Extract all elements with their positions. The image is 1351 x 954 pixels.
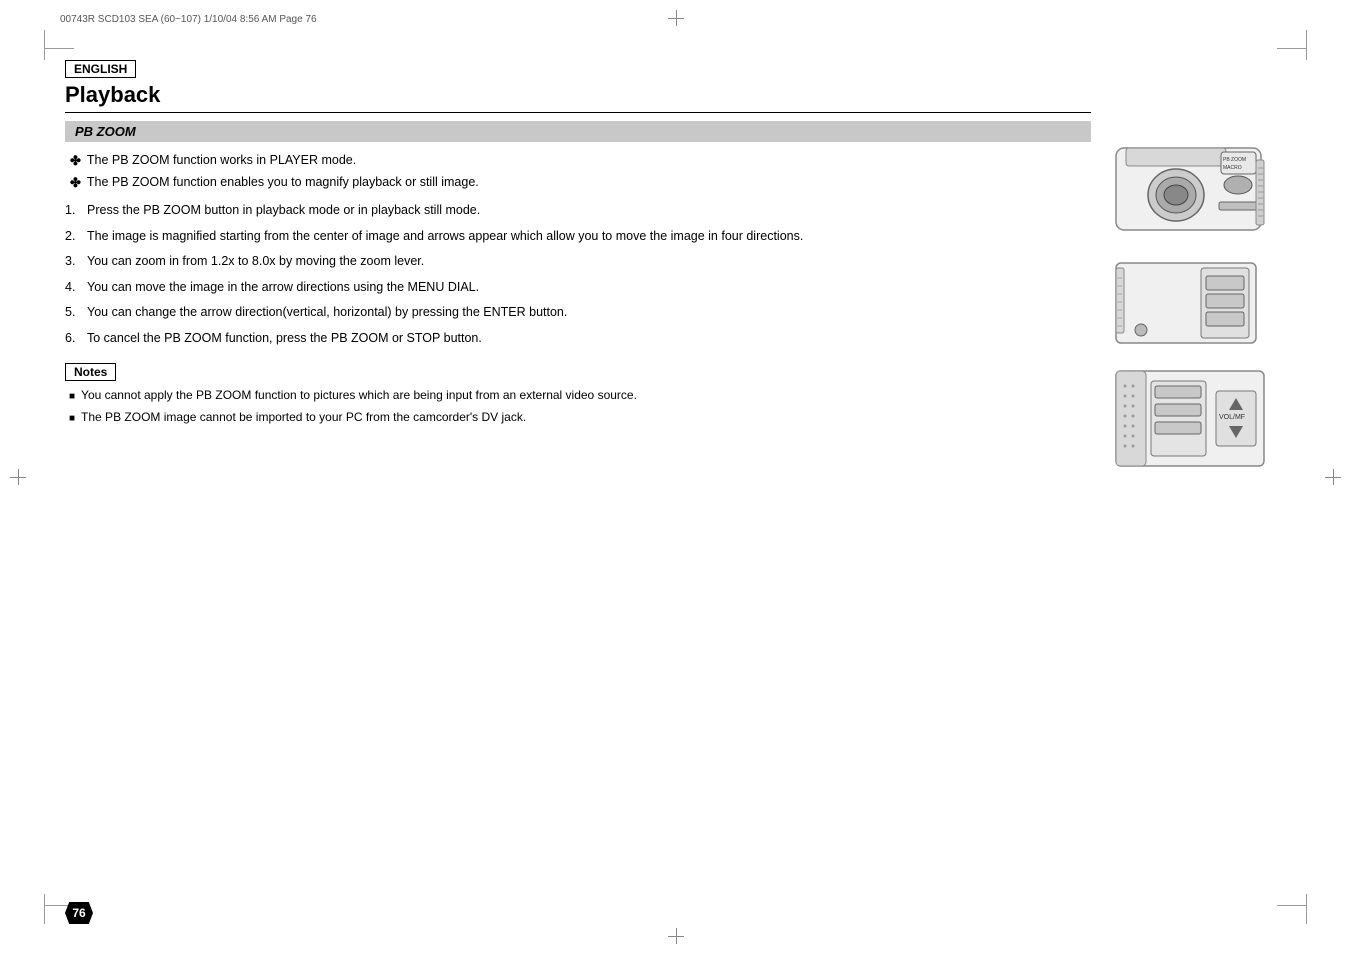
step-num: 5. bbox=[65, 304, 81, 322]
notes-bullets: ■ You cannot apply the PB ZOOM function … bbox=[65, 387, 1091, 426]
svg-text:VOL/MF: VOL/MF bbox=[1219, 414, 1245, 421]
header-meta: 00743R SCD103 SEA (60~107) 1/10/04 8:56 … bbox=[60, 14, 317, 25]
bullet-icon-1: ■ bbox=[69, 390, 75, 404]
list-item: 2. The image is magnified starting from … bbox=[65, 228, 1091, 246]
list-item: 5. You can change the arrow direction(ve… bbox=[65, 304, 1091, 322]
step-text: The image is magnified starting from the… bbox=[87, 228, 803, 246]
corner-mark bbox=[44, 30, 45, 60]
corner-mark bbox=[1306, 894, 1307, 924]
svg-text:PB ZOOM: PB ZOOM bbox=[1223, 157, 1246, 163]
cross-bullet-1: ✤ The PB ZOOM function works in PLAYER m… bbox=[70, 152, 1091, 170]
page-title: Playback bbox=[65, 82, 1091, 113]
note-text-2: The PB ZOOM image cannot be imported to … bbox=[81, 409, 526, 426]
list-item: 4. You can move the image in the arrow d… bbox=[65, 279, 1091, 297]
step-num: 2. bbox=[65, 228, 81, 246]
crosshair-top bbox=[668, 10, 684, 26]
corner-mark bbox=[1306, 30, 1307, 60]
note-item-2: ■ The PB ZOOM image cannot be imported t… bbox=[69, 409, 1091, 426]
notes-box: Notes ■ You cannot apply the PB ZOOM fun… bbox=[65, 363, 1091, 426]
corner-mark bbox=[44, 48, 74, 49]
numbered-list: 1. Press the PB ZOOM button in playback … bbox=[65, 202, 1091, 347]
list-item: 6. To cancel the PB ZOOM function, press… bbox=[65, 330, 1091, 348]
cross-bullet-text-2: The PB ZOOM function enables you to magn… bbox=[87, 174, 479, 192]
step-text: To cancel the PB ZOOM function, press th… bbox=[87, 330, 482, 348]
notes-label: Notes bbox=[65, 363, 116, 381]
svg-text:MACRO: MACRO bbox=[1223, 165, 1242, 171]
page-number: 76 bbox=[65, 902, 93, 924]
corner-mark bbox=[44, 894, 45, 924]
device-image-3: VOL/MF bbox=[1111, 366, 1271, 471]
language-badge: ENGLISH bbox=[65, 60, 136, 78]
step-text: You can change the arrow direction(verti… bbox=[87, 304, 567, 322]
step-num: 6. bbox=[65, 330, 81, 348]
cross-bullet-text-1: The PB ZOOM function works in PLAYER mod… bbox=[87, 152, 356, 170]
step-num: 1. bbox=[65, 202, 81, 220]
list-item: 3. You can zoom in from 1.2x to 8.0x by … bbox=[65, 253, 1091, 271]
step-num: 4. bbox=[65, 279, 81, 297]
device-image-1: PB ZOOM MACRO bbox=[1111, 140, 1271, 240]
step-text: Press the PB ZOOM button in playback mod… bbox=[87, 202, 480, 220]
step-num: 3. bbox=[65, 253, 81, 271]
cross-icon-2: ✤ bbox=[70, 174, 81, 192]
crosshair-left bbox=[10, 469, 26, 485]
step-text: You can move the image in the arrow dire… bbox=[87, 279, 479, 297]
corner-mark bbox=[1277, 905, 1307, 906]
crosshair-right bbox=[1325, 469, 1341, 485]
cross-icon-1: ✤ bbox=[70, 152, 81, 170]
device-image-2 bbox=[1111, 258, 1271, 348]
corner-mark bbox=[1277, 48, 1307, 49]
main-content: ENGLISH Playback PB ZOOM ✤ The PB ZOOM f… bbox=[65, 60, 1286, 874]
bullet-icon-2: ■ bbox=[69, 412, 75, 426]
step-text: You can zoom in from 1.2x to 8.0x by mov… bbox=[87, 253, 424, 271]
list-item: 1. Press the PB ZOOM button in playback … bbox=[65, 202, 1091, 220]
section-header: PB ZOOM bbox=[65, 121, 1091, 142]
crosshair-bottom bbox=[668, 928, 684, 944]
left-column: ENGLISH Playback PB ZOOM ✤ The PB ZOOM f… bbox=[65, 60, 1091, 874]
cross-bullets: ✤ The PB ZOOM function works in PLAYER m… bbox=[65, 152, 1091, 192]
note-text-1: You cannot apply the PB ZOOM function to… bbox=[81, 387, 637, 404]
right-column: PB ZOOM MACRO bbox=[1111, 60, 1286, 874]
note-item-1: ■ You cannot apply the PB ZOOM function … bbox=[69, 387, 1091, 404]
cross-bullet-2: ✤ The PB ZOOM function enables you to ma… bbox=[70, 174, 1091, 192]
